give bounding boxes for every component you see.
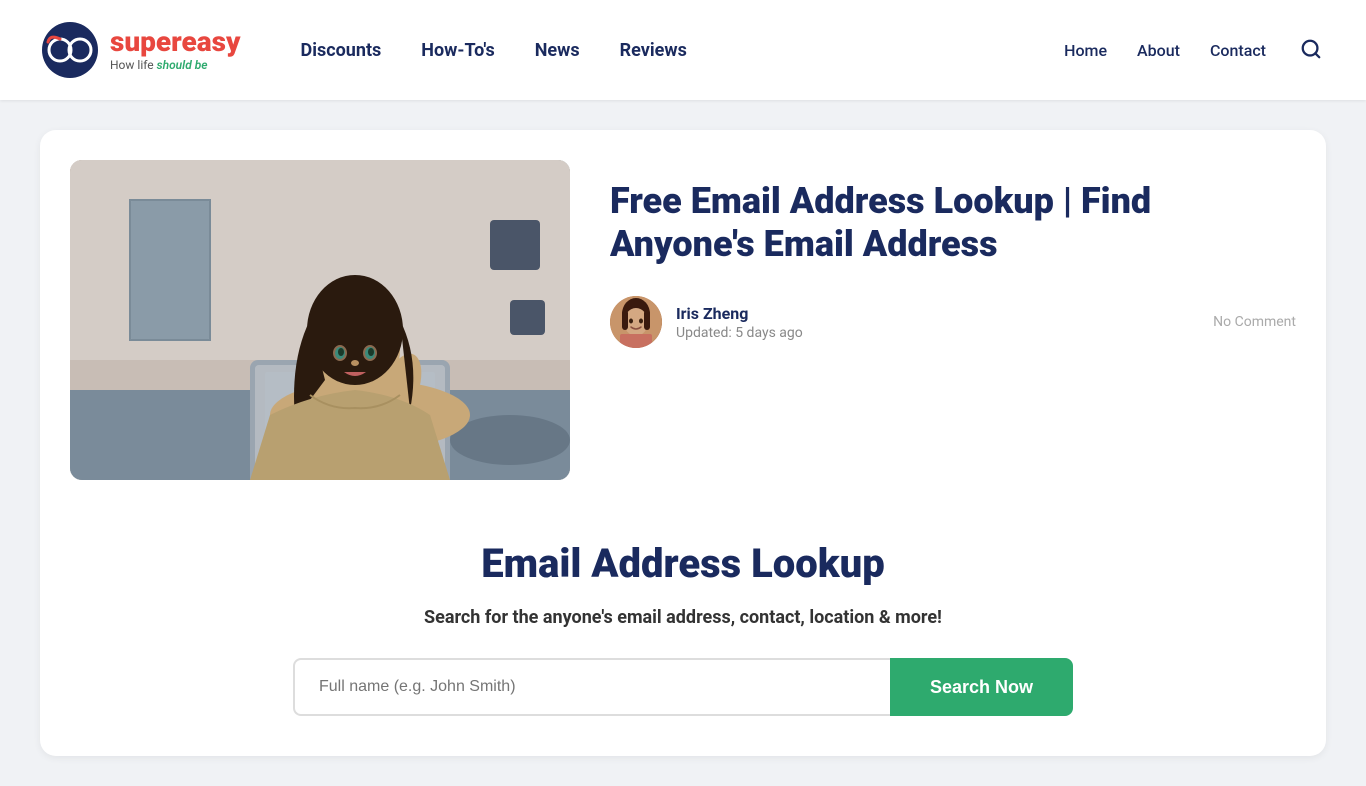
- nav-discounts[interactable]: Discounts: [301, 40, 382, 61]
- author-row: Iris Zheng Updated: 5 days ago No Commen…: [610, 296, 1296, 348]
- lookup-name-input[interactable]: [293, 658, 890, 716]
- logo-brand-easy: easy: [182, 25, 241, 58]
- article-info: Free Email Address Lookup | Find Anyone'…: [610, 160, 1296, 348]
- logo-brand: supereasy: [110, 28, 241, 56]
- logo-link[interactable]: supereasy How life should be: [40, 20, 241, 80]
- article-hero-image: [70, 160, 570, 480]
- lookup-section: Email Address Lookup Search for the anyo…: [70, 520, 1296, 726]
- nav-howtos[interactable]: How-To's: [421, 40, 494, 61]
- no-comment: No Comment: [1213, 314, 1296, 330]
- article-header: Free Email Address Lookup | Find Anyone'…: [70, 160, 1296, 480]
- search-icon: [1300, 38, 1322, 60]
- author-name: Iris Zheng: [676, 304, 803, 323]
- lookup-description: Search for the anyone's email address, c…: [70, 607, 1296, 628]
- author-details: Iris Zheng Updated: 5 days ago: [676, 304, 803, 341]
- author-avatar: [610, 296, 662, 348]
- search-button[interactable]: [1296, 34, 1326, 67]
- logo-tagline: How life should be: [110, 58, 241, 72]
- author-avatar-image: [610, 296, 662, 348]
- nav-reviews[interactable]: Reviews: [620, 40, 687, 61]
- lookup-form: Search Now: [293, 658, 1073, 716]
- logo-brand-super: super: [110, 25, 182, 58]
- nav-home[interactable]: Home: [1064, 41, 1107, 60]
- nav-contact[interactable]: Contact: [1210, 41, 1266, 60]
- right-nav: Home About Contact: [1064, 34, 1326, 67]
- main-content: Free Email Address Lookup | Find Anyone'…: [0, 100, 1366, 786]
- article-image: [70, 160, 570, 480]
- nav-about[interactable]: About: [1137, 41, 1180, 60]
- nav-news[interactable]: News: [535, 40, 580, 61]
- search-now-button[interactable]: Search Now: [890, 658, 1073, 716]
- lookup-title: Email Address Lookup: [70, 540, 1296, 587]
- article-title: Free Email Address Lookup | Find Anyone'…: [610, 180, 1296, 266]
- logo-icon: [40, 20, 100, 80]
- site-header: supereasy How life should be Discounts H…: [0, 0, 1366, 100]
- author-info: Iris Zheng Updated: 5 days ago: [610, 296, 803, 348]
- main-nav: Discounts How-To's News Reviews: [301, 40, 1065, 61]
- author-updated: Updated: 5 days ago: [676, 325, 803, 341]
- article-card: Free Email Address Lookup | Find Anyone'…: [40, 130, 1326, 756]
- logo-text: supereasy How life should be: [110, 28, 241, 72]
